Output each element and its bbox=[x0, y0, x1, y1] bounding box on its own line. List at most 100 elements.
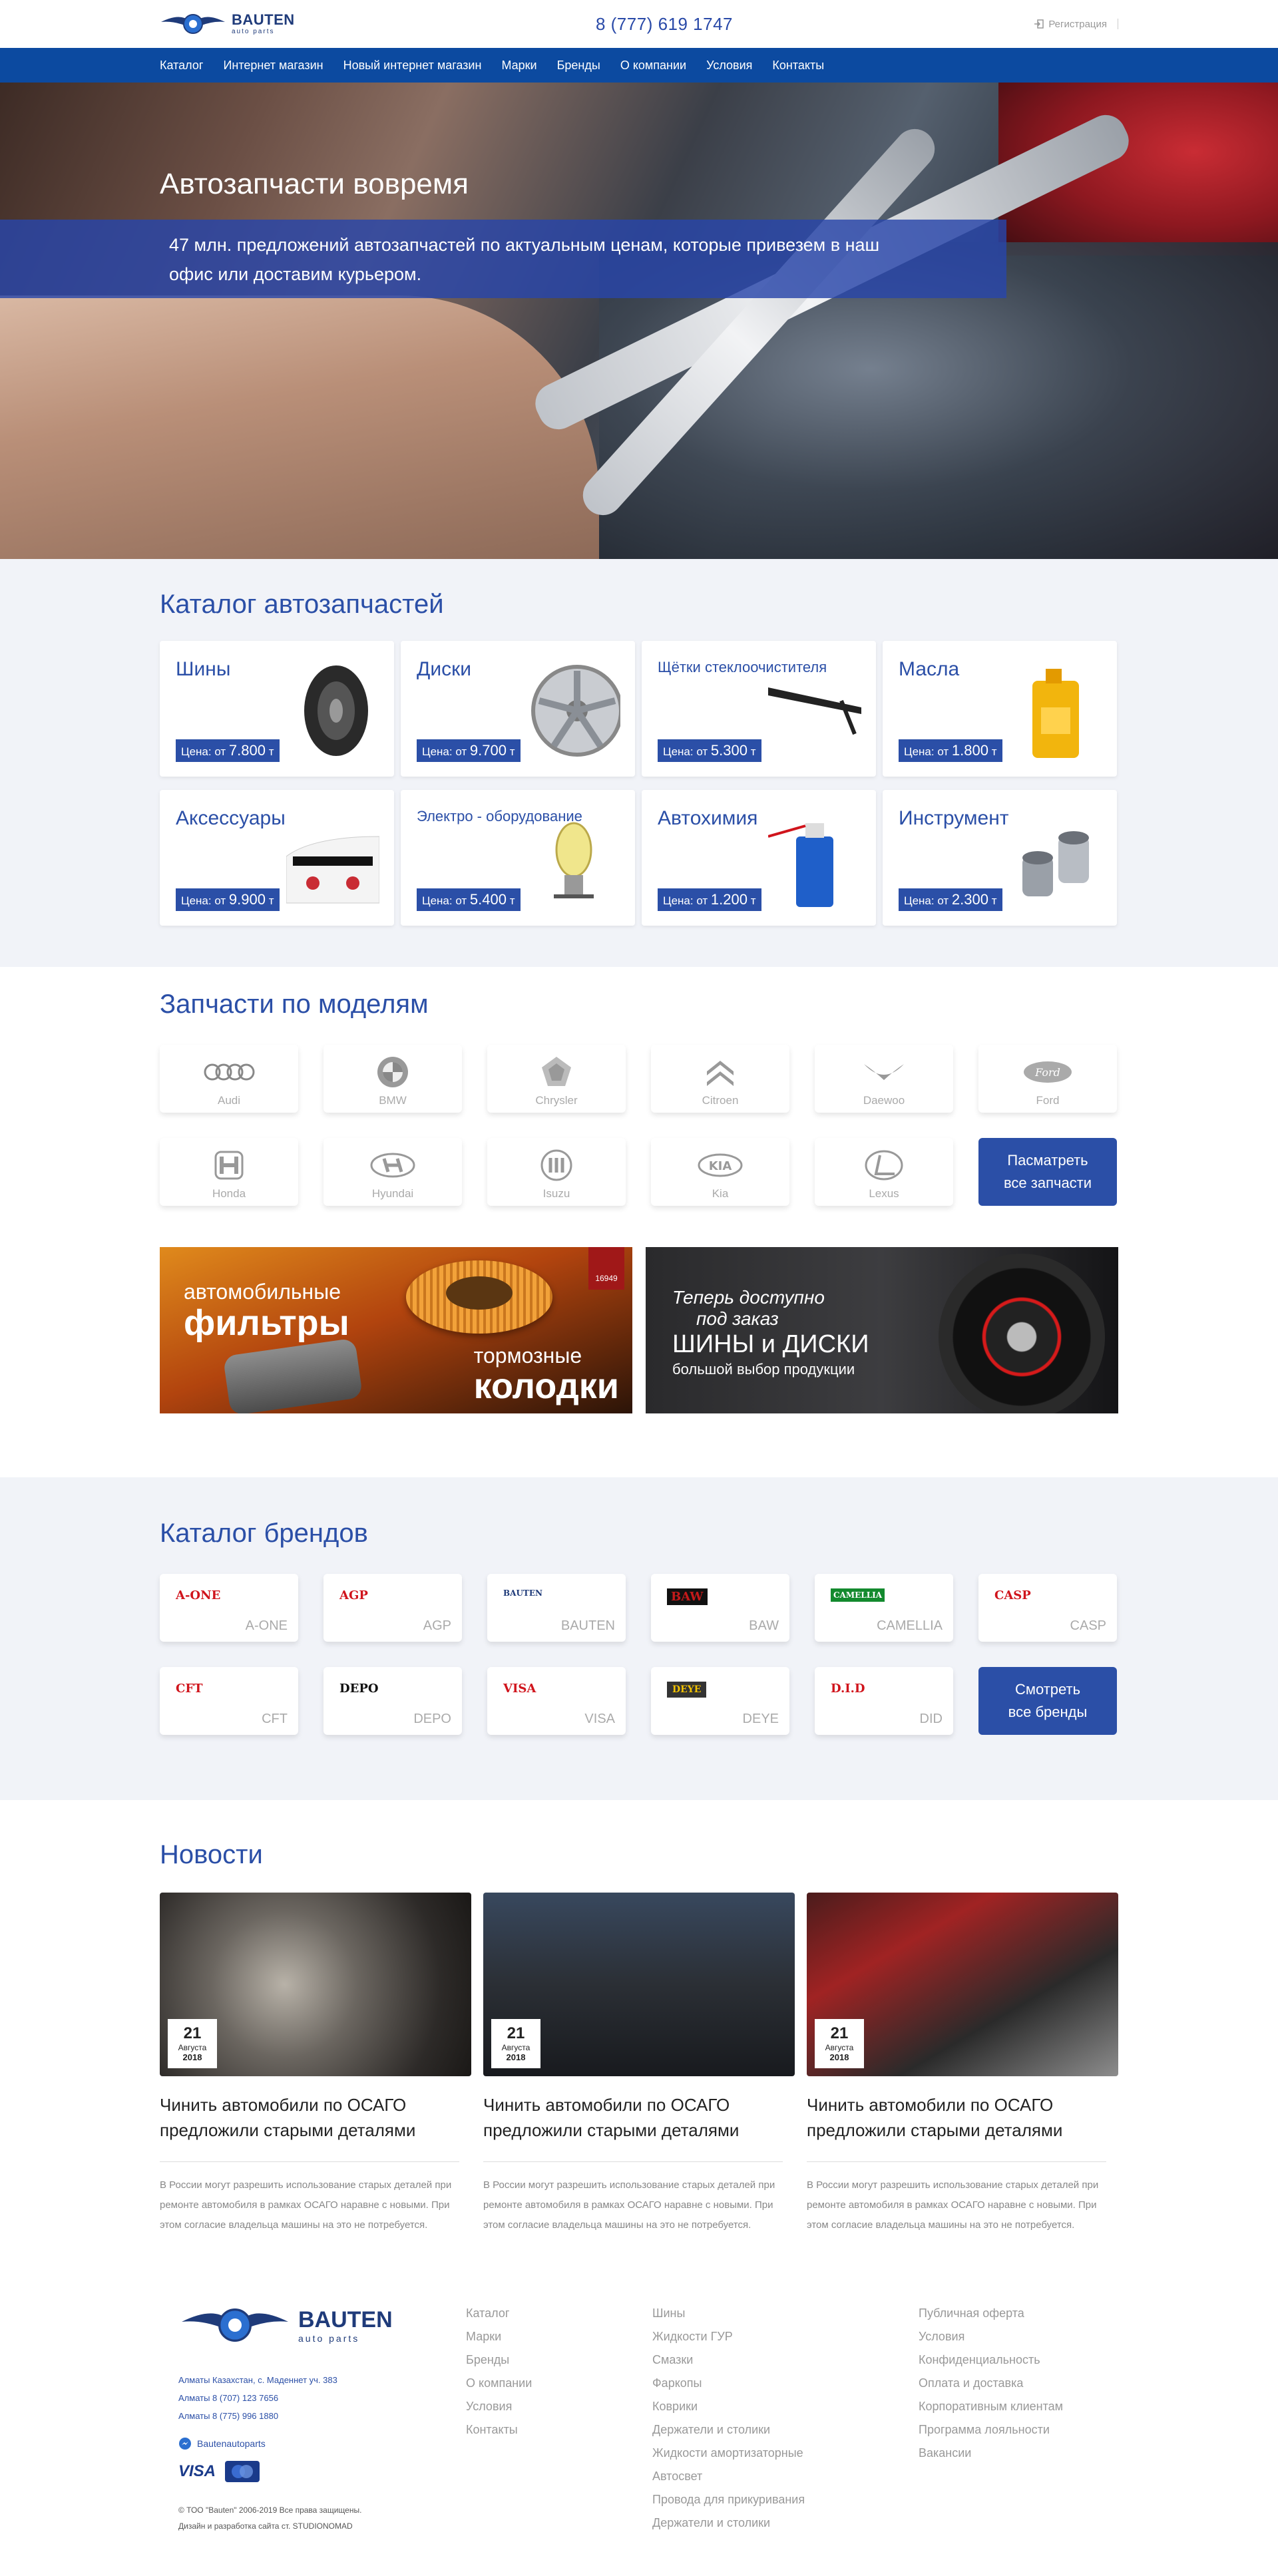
news-image[interactable]: 21 Августа 2018 bbox=[160, 1893, 471, 2076]
footer-link[interactable]: О компании bbox=[466, 2372, 652, 2395]
ford-logo-icon: Ford bbox=[1021, 1055, 1074, 1089]
nav-shop[interactable]: Интернет магазин bbox=[223, 59, 323, 73]
catalog-card-tires[interactable]: Шины Цена: от 7.800 т bbox=[160, 641, 394, 777]
brand-aone[interactable]: A-ONE A-ONE bbox=[160, 1574, 298, 1642]
date-day: 21 bbox=[507, 2024, 525, 2042]
footer-link[interactable]: Бренды bbox=[466, 2348, 652, 2372]
header-phone[interactable]: 8 (777) 619 1747 bbox=[596, 14, 733, 35]
date-year: 2018 bbox=[506, 2052, 526, 2062]
nav-catalog[interactable]: Каталог bbox=[160, 59, 203, 73]
model-label: Honda bbox=[212, 1187, 246, 1200]
model-hyundai[interactable]: Hyundai bbox=[323, 1138, 462, 1206]
catalog-card-wipers[interactable]: Щётки стеклоочистителя Цена: от 5.300 т bbox=[642, 641, 876, 777]
brand-casp[interactable]: CASP CASP bbox=[978, 1574, 1117, 1642]
filters-pads-banner[interactable]: 16949 автомобильные фильтры тормозные ко… bbox=[160, 1247, 632, 1413]
brand-cft[interactable]: CFT CFT bbox=[160, 1667, 298, 1735]
footer-link[interactable]: Условия bbox=[466, 2395, 652, 2418]
footer-link[interactable]: Держатели и столики bbox=[652, 2418, 919, 2442]
footer-link[interactable]: Контакты bbox=[466, 2418, 652, 2442]
footer-logo-brand: BAUTEN bbox=[298, 2306, 393, 2332]
brand-logo: VISA bbox=[503, 1682, 536, 1696]
footer-link[interactable]: Автосвет bbox=[652, 2465, 919, 2488]
messenger-label: Bautenautoparts bbox=[197, 2438, 266, 2449]
catalog-section: Каталог автозапчастей Шины Цена: от 7.800… bbox=[0, 559, 1278, 967]
nav-brands[interactable]: Бренды bbox=[557, 59, 600, 73]
model-chrysler[interactable]: Chrysler bbox=[487, 1045, 626, 1113]
model-daewoo[interactable]: Daewoo bbox=[815, 1045, 953, 1113]
news-image[interactable]: 21 Августа 2018 bbox=[807, 1893, 1118, 2076]
footer-link[interactable]: Конфиденциальность bbox=[919, 2348, 1063, 2372]
top-header: BAUTEN auto parts 8 (777) 619 1747 Регис… bbox=[0, 0, 1278, 48]
brand-deye[interactable]: DEYE DEYE bbox=[651, 1667, 789, 1735]
footer-link[interactable]: Жидкости ГУР bbox=[652, 2325, 919, 2348]
footer-link[interactable]: Марки bbox=[466, 2325, 652, 2348]
news-headline[interactable]: Чинить автомобили по ОСАГО предложили ст… bbox=[807, 2092, 1106, 2162]
model-bmw[interactable]: BMW bbox=[323, 1045, 462, 1113]
footer-link[interactable]: Программа лояльности bbox=[919, 2418, 1063, 2442]
tires-wheels-banner[interactable]: Теперь доступно под заказ ШИНЫ и ДИСКИ б… bbox=[646, 1247, 1118, 1413]
news-headline[interactable]: Чинить автомобили по ОСАГО предложили ст… bbox=[160, 2092, 459, 2162]
catalog-card-accessories[interactable]: Аксессуары Цена: от 9.900 т bbox=[160, 790, 394, 926]
news-headline[interactable]: Чинить автомобили по ОСАГО предложили ст… bbox=[483, 2092, 783, 2162]
catalog-card-wheels[interactable]: Диски Цена: от 9.700 т bbox=[401, 641, 635, 777]
view-all-brands-button[interactable]: Смотреть все бренды bbox=[978, 1667, 1117, 1735]
footer-logo[interactable]: BAUTEN auto parts bbox=[178, 2302, 466, 2348]
model-honda[interactable]: Honda bbox=[160, 1138, 298, 1206]
news-card[interactable]: 21 Августа 2018 Чинить автомобили по ОСАГО … bbox=[807, 1893, 1118, 2235]
footer-link[interactable]: Каталог bbox=[466, 2302, 652, 2325]
news-card[interactable]: 21 Августа 2018 Чинить автомобили по ОСАГО … bbox=[160, 1893, 471, 2235]
footer-link[interactable]: Оплата и доставка bbox=[919, 2372, 1063, 2395]
messenger-link[interactable]: Bautenautoparts bbox=[178, 2437, 466, 2450]
model-label: Chrysler bbox=[535, 1094, 578, 1107]
brand-visa[interactable]: VISA VISA bbox=[487, 1667, 626, 1735]
banner-tires-text: Теперь доступно под заказ ШИНЫ и ДИСКИ б… bbox=[672, 1287, 869, 1380]
catalog-card-tools[interactable]: Инструмент Цена: от 2.300 т bbox=[883, 790, 1117, 926]
brand-did[interactable]: D.I.D DID bbox=[815, 1667, 953, 1735]
news-image[interactable]: 21 Августа 2018 bbox=[483, 1893, 795, 2076]
news-card[interactable]: 21 Августа 2018 Чинить автомобили по ОСАГО … bbox=[483, 1893, 795, 2235]
brand-depo[interactable]: DEPO DEPO bbox=[323, 1667, 462, 1735]
model-kia[interactable]: KIA Kia bbox=[651, 1138, 789, 1206]
footer-link[interactable]: Жидкости амортизаторные bbox=[652, 2442, 919, 2465]
footer-phone-1[interactable]: Алматы 8 (707) 123 7656 bbox=[178, 2389, 466, 2407]
nav-new-shop[interactable]: Новый интернет магазин bbox=[343, 59, 482, 73]
developer-credit[interactable]: Дизайн и разработка сайта ст. STUDIONOMA… bbox=[178, 2518, 466, 2534]
catalog-card-electrical[interactable]: Электро - оборудование Цена: от 5.400 т bbox=[401, 790, 635, 926]
footer-link[interactable]: Провода для прикуривания bbox=[652, 2488, 919, 2511]
catalog-card-name: Диски bbox=[417, 658, 471, 680]
view-all-parts-button[interactable]: Пасматреть все запчасти bbox=[978, 1138, 1117, 1206]
footer-link[interactable]: Шины bbox=[652, 2302, 919, 2325]
nav-terms[interactable]: Условия bbox=[706, 59, 752, 73]
payment-methods: VISA bbox=[178, 2461, 466, 2482]
catalog-card-oils[interactable]: Масла Цена: от 1.800 т bbox=[883, 641, 1117, 777]
price-value: 9.900 bbox=[228, 891, 266, 908]
footer-link[interactable]: Смазки bbox=[652, 2348, 919, 2372]
footer-link[interactable]: Публичная оферта bbox=[919, 2302, 1063, 2325]
model-lexus[interactable]: Lexus bbox=[815, 1138, 953, 1206]
footer-link[interactable]: Условия bbox=[919, 2325, 1063, 2348]
nav-about[interactable]: О компании bbox=[620, 59, 686, 73]
nav-contacts[interactable]: Контакты bbox=[772, 59, 824, 73]
hero-text-band: 47 млн. предложений автозапчастей по акт… bbox=[0, 220, 1006, 298]
footer-link[interactable]: Коврики bbox=[652, 2395, 919, 2418]
brand-bauten[interactable]: BAUTEN BAUTEN bbox=[487, 1574, 626, 1642]
model-isuzu[interactable]: Isuzu bbox=[487, 1138, 626, 1206]
catalog-card-price: Цена: от 5.400 т bbox=[417, 888, 521, 911]
catalog-card-chemicals[interactable]: Автохимия Цена: от 1.200 т bbox=[642, 790, 876, 926]
brand-baw[interactable]: BAW BAW bbox=[651, 1574, 789, 1642]
register-link[interactable]: Регистрация bbox=[1034, 19, 1118, 30]
brand-agp[interactable]: AGP AGP bbox=[323, 1574, 462, 1642]
footer-link[interactable]: Держатели и столики bbox=[652, 2511, 919, 2535]
footer-link[interactable]: Корпоративным клиентам bbox=[919, 2395, 1063, 2418]
footer-link[interactable]: Фаркопы bbox=[652, 2372, 919, 2395]
site-logo[interactable]: BAUTEN auto parts bbox=[160, 10, 295, 38]
footer-phone-2[interactable]: Алматы 8 (775) 996 1880 bbox=[178, 2407, 466, 2425]
model-citroen[interactable]: Citroen bbox=[651, 1045, 789, 1113]
model-ford[interactable]: Ford Ford bbox=[978, 1045, 1117, 1113]
model-audi[interactable]: Audi bbox=[160, 1045, 298, 1113]
brand-name: DID bbox=[919, 1712, 943, 1726]
nav-makes[interactable]: Марки bbox=[501, 59, 536, 73]
news-date: 21 Августа 2018 bbox=[491, 2019, 540, 2068]
brand-camellia[interactable]: CAMELLIA CAMELLIA bbox=[815, 1574, 953, 1642]
footer-link[interactable]: Вакансии bbox=[919, 2442, 1063, 2465]
